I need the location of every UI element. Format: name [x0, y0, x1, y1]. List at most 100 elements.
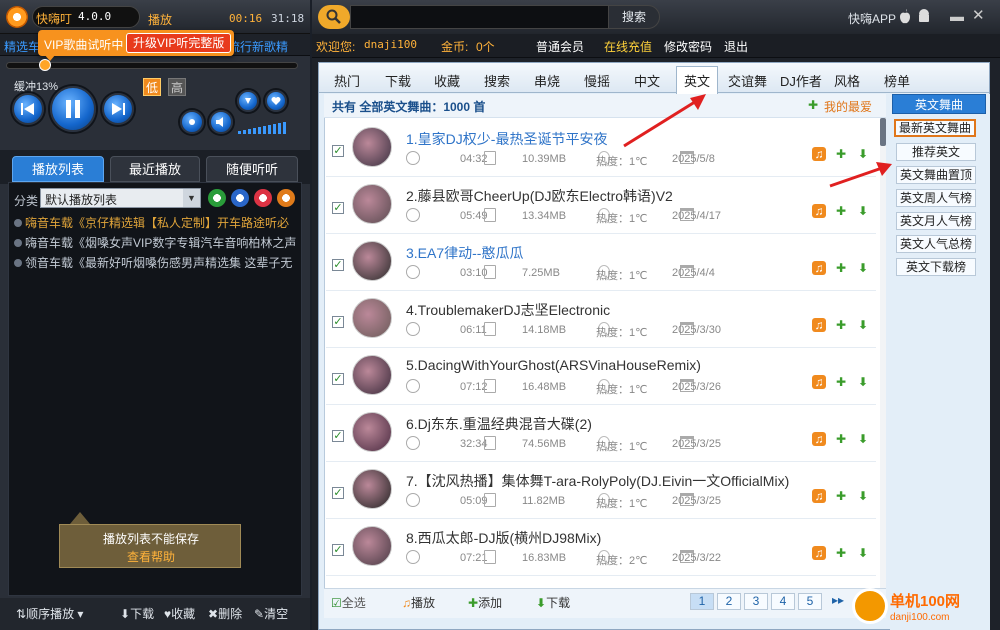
- plus-icon[interactable]: ✚: [834, 432, 848, 446]
- download-icon[interactable]: ⬇: [856, 318, 870, 332]
- quality-high-button[interactable]: 高: [168, 78, 186, 96]
- headphone-icon[interactable]: ♫: [812, 261, 826, 275]
- download-icon[interactable]: ⬇: [856, 489, 870, 503]
- download-icon[interactable]: ⬇: [856, 147, 870, 161]
- page-4[interactable]: 4: [771, 593, 795, 610]
- category-recommend[interactable]: 推荐英文: [896, 143, 976, 161]
- volume-button[interactable]: [209, 110, 233, 134]
- recharge-link[interactable]: 在线充值: [604, 38, 652, 55]
- tab-favorite[interactable]: 收藏: [434, 71, 460, 90]
- song-row[interactable]: ✓ 2.藤县欧哥CheerUp(DJ欧东Electro韩语)V2 05:49 13.3…: [326, 178, 876, 234]
- plus-icon[interactable]: ✚: [834, 318, 848, 332]
- my-favorites-link[interactable]: 我的最爱: [824, 98, 872, 115]
- category-select[interactable]: 默认播放列表: [40, 188, 201, 208]
- tab-download[interactable]: 下载: [385, 71, 411, 90]
- tab-style[interactable]: 风格: [834, 71, 860, 90]
- tab-hot[interactable]: 热门: [334, 71, 360, 90]
- category-total[interactable]: 英文人气总榜: [896, 235, 976, 253]
- tab-dj-author[interactable]: DJ作者: [780, 71, 822, 90]
- headphone-icon[interactable]: ♫: [812, 489, 826, 503]
- next-button[interactable]: [102, 93, 134, 125]
- next-page-button[interactable]: ▸▸: [826, 593, 850, 610]
- download-icon[interactable]: ⬇: [856, 375, 870, 389]
- playlist-item[interactable]: 领音车载《最新好听烟嗓伤感男声精选集 这辈子无: [14, 254, 298, 274]
- song-row[interactable]: ✓ 3.EA7律动--憨瓜瓜 03:10 7.25MB 热度：1℃ 2025/4/4 ♫ ✚ ⬇: [326, 235, 876, 291]
- plus-icon[interactable]: ✚: [834, 147, 848, 161]
- song-title[interactable]: 1.皇家DJ权少-最热圣诞节平安夜: [406, 129, 607, 149]
- song-row[interactable]: ✓ 1.皇家DJ权少-最热圣诞节平安夜 04:32 10.39MB 热度：1℃ 2025/…: [326, 121, 876, 177]
- song-checkbox[interactable]: ✓: [332, 430, 344, 442]
- song-checkbox[interactable]: ✓: [332, 202, 344, 214]
- plus-icon[interactable]: ✚: [834, 375, 848, 389]
- song-row[interactable]: ✓ 5.DacingWithYourGhost(ARSVinaHouseRemix…: [326, 349, 876, 405]
- song-title[interactable]: 7.【沈风热播】集体舞T-ara-RolyPoly(DJ.Eivin一文Offi…: [406, 471, 789, 491]
- headphone-icon[interactable]: ♫: [812, 375, 826, 389]
- category-latest[interactable]: 最新英文舞曲: [894, 119, 976, 137]
- logout-link[interactable]: 退出: [724, 38, 748, 55]
- help-link[interactable]: 查看帮助: [60, 548, 242, 565]
- progress-thumb[interactable]: [39, 59, 51, 71]
- footer-delete-button[interactable]: ✖删除: [208, 605, 242, 622]
- plus-icon[interactable]: ✚: [834, 546, 848, 560]
- edit-playlist-icon[interactable]: [231, 189, 249, 207]
- song-checkbox[interactable]: ✓: [332, 544, 344, 556]
- footer-clear-button[interactable]: ✎清空: [254, 605, 288, 622]
- song-row[interactable]: ✓ 4.TroublemakerDJ志坚Electronic 06:11 14.18M…: [326, 292, 876, 348]
- add-selected-button[interactable]: ✚添加: [468, 594, 502, 611]
- song-title[interactable]: 4.TroublemakerDJ志坚Electronic: [406, 300, 610, 320]
- search-input[interactable]: [350, 5, 608, 29]
- select-all-checkbox[interactable]: ☑全选: [331, 594, 366, 611]
- app-download-link[interactable]: 快嗨APP: [848, 10, 896, 27]
- tab-recent[interactable]: 最近播放: [110, 156, 200, 182]
- download-icon[interactable]: ⬇: [856, 546, 870, 560]
- song-title[interactable]: 3.EA7律动--憨瓜瓜: [406, 243, 523, 263]
- plus-icon[interactable]: ✚: [834, 489, 848, 503]
- play-selected-button[interactable]: ♫播放: [402, 594, 435, 611]
- android-icon[interactable]: [917, 9, 931, 25]
- quality-low-button[interactable]: 低: [143, 78, 161, 96]
- search-button[interactable]: 搜索: [608, 5, 660, 29]
- equalizer-button[interactable]: [180, 110, 204, 134]
- footer-favorite-button[interactable]: ♥收藏: [164, 605, 195, 622]
- footer-download-button[interactable]: ⬇下载: [120, 605, 154, 622]
- favorite-current-button[interactable]: [265, 90, 287, 112]
- headphone-icon[interactable]: ♫: [812, 204, 826, 218]
- category-weekly[interactable]: 英文周人气榜: [896, 189, 976, 207]
- playlist-item[interactable]: 嗨音车载《京仔精选辑【私人定制】开车路途听必: [14, 214, 298, 234]
- play-pause-button[interactable]: [50, 86, 96, 132]
- song-title[interactable]: 8.西瓜太郎-DJ版(横州DJ98Mix): [406, 528, 601, 548]
- page-1[interactable]: 1: [690, 593, 714, 610]
- download-icon[interactable]: ⬇: [856, 432, 870, 446]
- song-checkbox[interactable]: ✓: [332, 316, 344, 328]
- chevron-down-icon[interactable]: ▼: [183, 189, 200, 207]
- song-title[interactable]: 5.DacingWithYourGhost(ARSVinaHouseRemix): [406, 357, 701, 373]
- song-row[interactable]: ✓ 7.【沈风热播】集体舞T-ara-RolyPoly(DJ.Eivin一文Off…: [326, 463, 876, 519]
- volume-slider[interactable]: [238, 122, 294, 134]
- playlist-item[interactable]: 嗨音车载《烟嗓女声VIP数字专辑汽车音响柏林之声: [14, 234, 298, 254]
- headphone-icon[interactable]: ♫: [812, 147, 826, 161]
- download-icon[interactable]: ⬇: [856, 204, 870, 218]
- song-title[interactable]: 2.藤县欧哥CheerUp(DJ欧东Electro韩语)V2: [406, 186, 673, 206]
- tab-slow[interactable]: 慢摇: [584, 71, 610, 90]
- download-current-button[interactable]: [237, 90, 259, 112]
- headphone-icon[interactable]: ♫: [812, 546, 826, 560]
- song-checkbox[interactable]: ✓: [332, 145, 344, 157]
- headphone-icon[interactable]: ♫: [812, 318, 826, 332]
- remove-playlist-icon[interactable]: [254, 189, 272, 207]
- search-icon[interactable]: [318, 5, 350, 29]
- category-monthly[interactable]: 英文月人气榜: [896, 212, 976, 230]
- tab-ballroom[interactable]: 交谊舞: [728, 71, 767, 90]
- order-play-button[interactable]: ⇅顺序播放 ▾: [16, 605, 83, 622]
- tab-playlist[interactable]: 播放列表: [12, 156, 104, 182]
- plus-icon[interactable]: ✚: [834, 204, 848, 218]
- tab-search[interactable]: 搜索: [484, 71, 510, 90]
- download-icon[interactable]: ⬇: [856, 261, 870, 275]
- headphone-icon[interactable]: ♫: [812, 432, 826, 446]
- song-row[interactable]: ✓ 6.Dj东东.重温经典混音大碟(2) 32:34 74.56MB 热度：1℃ 2025…: [326, 406, 876, 462]
- song-checkbox[interactable]: ✓: [332, 259, 344, 271]
- tab-charts[interactable]: 榜单: [884, 71, 910, 90]
- add-playlist-icon[interactable]: [208, 189, 226, 207]
- scrollbar-thumb[interactable]: [880, 118, 886, 146]
- page-5[interactable]: 5: [798, 593, 822, 610]
- apple-icon[interactable]: [898, 9, 912, 25]
